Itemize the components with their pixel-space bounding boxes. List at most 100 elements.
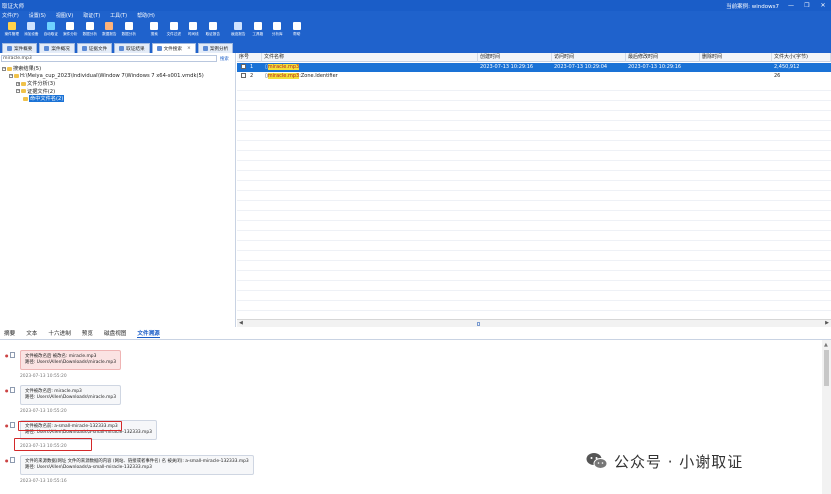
- toolbar-icon: [85, 22, 94, 30]
- toolbar-label: 分析库: [271, 32, 283, 36]
- col-index[interactable]: 序号: [237, 53, 262, 62]
- search-button[interactable]: 搜索: [220, 56, 229, 62]
- toolbar-icon: [253, 22, 262, 30]
- row-checkbox[interactable]: [241, 64, 246, 69]
- col-filename[interactable]: 文件名称: [262, 53, 478, 62]
- scroll-right-icon[interactable]: ▶: [825, 320, 829, 326]
- tree-node[interactable]: − 证据文件(2): [16, 88, 55, 95]
- file-list-grid: 序号 文件名称 创建时间 访问时间 最后修改时间 删除时间 文件大小(字节) 1…: [237, 53, 831, 327]
- tab-0[interactable]: 案件概要: [2, 43, 38, 53]
- tab-icon: [44, 46, 50, 51]
- folder-icon: [7, 66, 12, 71]
- scroll-up-icon[interactable]: ▲: [824, 342, 828, 348]
- tab-bar: 案件概要 案件概况 证据文件 取证结果 文件搜索 × 案例分析: [0, 41, 831, 53]
- filename-highlight: miracle.mp3: [267, 64, 300, 70]
- scroll-left-icon[interactable]: ◀: [239, 320, 243, 326]
- col-created[interactable]: 创建时间: [478, 53, 552, 62]
- toolbar-button-1[interactable]: 添加设备: [22, 20, 42, 41]
- trace-bubble[interactable]: 文件的来源数据(网址 文件的来源数据的内容 (网站、链接或者事件名) 名 被关闭…: [20, 455, 254, 475]
- tree-node[interactable]: 命中文件名(2): [23, 95, 65, 102]
- trace-bubble[interactable]: 文件被改名后: miracle.mp3 路径: Users\Allen\Downl…: [20, 385, 122, 405]
- trace-line: 路径: Users\Allen\Downloads\miracle.mp3: [25, 395, 117, 400]
- toolbar-button-12[interactable]: 工具箱: [248, 20, 268, 41]
- search-input[interactable]: miracle.mp3: [1, 55, 217, 62]
- watermark-text: 公众号 · 小谢取证: [614, 452, 744, 471]
- toolbar-label: 数据分析: [121, 32, 136, 36]
- tree-node-label: H:\Meiya_cup_2023\Individual\Window 7\Wi…: [20, 72, 204, 79]
- toolbar-button-7[interactable]: 搜索: [145, 20, 165, 41]
- tab-icon: [156, 46, 162, 51]
- row-filename-cell: ▯miracle.mp3: [263, 63, 300, 72]
- toolbar-label: 添加设备: [24, 32, 39, 36]
- row-checkbox[interactable]: [241, 73, 246, 78]
- cell-created: 2023-07-13 10:29:16: [480, 64, 534, 70]
- tree-expander-icon[interactable]: −: [2, 66, 6, 71]
- detail-tab-2[interactable]: 十六进制: [48, 329, 70, 337]
- row-index: 2: [250, 73, 254, 79]
- detail-tab-1[interactable]: 文本: [26, 329, 37, 337]
- tab-4[interactable]: 文件搜索 ×: [151, 43, 196, 53]
- tab-close-icon[interactable]: ×: [187, 46, 191, 51]
- tree-node[interactable]: − H:\Meiya_cup_2023\Individual\Window 7\W…: [9, 73, 204, 79]
- toolbar-button-2[interactable]: 自动取证: [41, 20, 61, 41]
- close-button[interactable]: ✕: [819, 2, 827, 9]
- tab-icon: [202, 46, 208, 51]
- tab-2[interactable]: 证据文件: [76, 43, 113, 53]
- tree-expander-icon[interactable]: +: [16, 81, 20, 86]
- case-status: 当前案例: windows7: [726, 3, 779, 10]
- tab-3[interactable]: 取证结果: [114, 43, 150, 53]
- tab-label: 取证结果: [126, 46, 145, 52]
- vertical-scroll-thumb[interactable]: [824, 350, 829, 386]
- tree-expander-icon[interactable]: −: [9, 73, 13, 78]
- menu-view[interactable]: 视图(V): [56, 12, 73, 19]
- toolbar-button-4[interactable]: 数据分析: [80, 20, 100, 41]
- tab-label: 文件搜索: [163, 46, 182, 52]
- toolbar-button-3[interactable]: 案件分析: [61, 20, 81, 41]
- col-modified[interactable]: 最后修改时间: [626, 53, 700, 62]
- tree-node[interactable]: + 文件分析(3): [16, 80, 55, 87]
- toolbar-button-11[interactable]: 痕迹报告: [229, 20, 249, 41]
- minimize-button[interactable]: —: [787, 2, 795, 9]
- cell-modified: [626, 72, 628, 81]
- detail-tab-3[interactable]: 预览: [82, 329, 93, 337]
- col-deleted[interactable]: 删除时间: [700, 53, 772, 62]
- menu-forensics[interactable]: 取证(T): [83, 12, 100, 19]
- detail-tab-4[interactable]: 磁盘视图: [104, 329, 126, 337]
- toolbar-button-0[interactable]: 案件管理: [2, 20, 22, 41]
- tree-node[interactable]: − 搜索结果(5): [2, 65, 41, 72]
- tab-1[interactable]: 案件概况: [39, 43, 75, 53]
- toolbar-button-5[interactable]: 数据报告: [100, 20, 120, 41]
- menu-help[interactable]: 帮助(H): [137, 12, 155, 19]
- menu-tools[interactable]: 工具(T): [110, 12, 127, 19]
- tab-label: 案件概要: [14, 46, 33, 52]
- horizontal-scrollbar[interactable]: ◀ ▶: [237, 319, 831, 327]
- menu-file[interactable]: 文件(F): [2, 12, 19, 19]
- document-icon: [10, 352, 15, 358]
- toolbar-label: 帮助: [293, 32, 301, 36]
- tab-icon: [119, 46, 125, 51]
- trace-bubble[interactable]: 文件被改名后 被改名: miracle.mp3 路径: Users\Allen\D…: [20, 350, 122, 370]
- detail-tab-5[interactable]: 文件溯源: [137, 329, 160, 338]
- table-row[interactable]: 2 ▯miracle.mp3:Zone.Identifier 26: [237, 72, 831, 81]
- col-size[interactable]: 文件大小(字节): [772, 53, 831, 62]
- folder-icon: [14, 73, 19, 78]
- scroll-thumb[interactable]: [477, 322, 480, 326]
- maximize-button[interactable]: ❒: [803, 2, 811, 9]
- tab-5[interactable]: 案例分析: [197, 43, 234, 53]
- cell-modified: 2023-07-13 10:29:16: [628, 64, 682, 70]
- detail-tab-0[interactable]: 摘要: [4, 329, 15, 337]
- folder-icon: [21, 81, 26, 86]
- table-row[interactable]: 1 ▯miracle.mp3 2023-07-13 10:29:16 2023-07-…: [237, 63, 831, 72]
- trace-time: 2023-07-13 10:55:20: [20, 374, 67, 379]
- toolbar-button-10[interactable]: 取证报告: [203, 20, 223, 41]
- toolbar-button-6[interactable]: 数据分析: [119, 20, 139, 41]
- tree-expander-icon[interactable]: −: [16, 89, 20, 93]
- menu-settings[interactable]: 设置(S): [29, 12, 46, 19]
- toolbar-button-9[interactable]: 时间线: [184, 20, 204, 41]
- toolbar-button-14[interactable]: 帮助: [287, 20, 307, 41]
- vertical-scrollbar[interactable]: ▲: [822, 340, 831, 494]
- col-accessed[interactable]: 访问时间: [552, 53, 626, 62]
- toolbar-button-8[interactable]: 文件过滤: [164, 20, 184, 41]
- annotation-box: [14, 438, 92, 451]
- toolbar-button-13[interactable]: 分析库: [268, 20, 288, 41]
